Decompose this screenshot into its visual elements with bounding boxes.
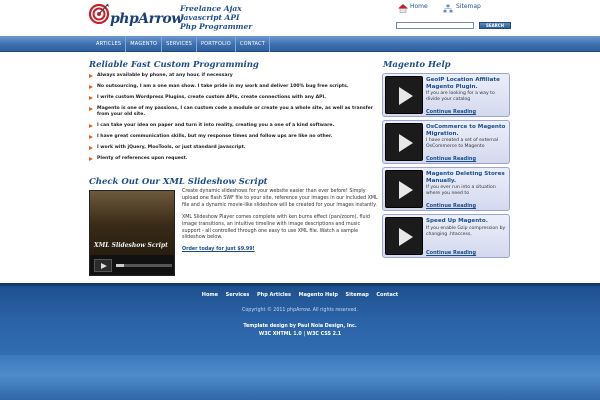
tagline-line: Freelance Ajax: [180, 4, 242, 13]
card-title[interactable]: OsCommerce to Magento Migration.: [426, 124, 510, 137]
list-item-text: I write custom Wordpress Plugins, create…: [97, 95, 326, 100]
continue-reading-link[interactable]: Continue Reading: [426, 109, 476, 115]
designer-link[interactable]: Paul Noia Design, Inc.: [298, 324, 357, 329]
arrow-icon: [89, 74, 93, 78]
design-credit-label: Template design by: [243, 324, 296, 329]
list-item-text: Magento is one of my passions, I can cus…: [97, 106, 373, 117]
arrow-icon: [89, 135, 93, 139]
video-play-icon[interactable]: [385, 76, 423, 114]
tagline: Freelance Ajax Javascript API Php Progra…: [180, 4, 252, 31]
description-paragraph: Create dynamic slideshows for your websi…: [182, 189, 378, 208]
list-item: Always available by phone, at any hour, …: [89, 73, 379, 79]
continue-reading-link[interactable]: Continue Reading: [426, 250, 476, 256]
nav-item-services[interactable]: SERVICES: [162, 36, 197, 52]
card-title[interactable]: GeoIP Location Affiliate Magento Plugin.: [426, 77, 510, 90]
slideshow-thumbnail[interactable]: XML Slideshow Script: [89, 190, 175, 276]
footer-link-sitemap[interactable]: Sitemap: [346, 292, 369, 298]
progress-fill: [116, 264, 124, 267]
card-text: If you are looking for a way to divide y…: [426, 91, 495, 102]
home-icon: [398, 4, 408, 13]
article-card: Speed Up Magento. If you enable Gzip com…: [382, 214, 510, 258]
article-card: GeoIP Location Affiliate Magento Plugin.…: [382, 73, 510, 117]
slideshow-description: Create dynamic slideshows for your websi…: [182, 189, 380, 259]
card-text: If you ever run into a situation where y…: [426, 185, 496, 196]
arrow-icon: [89, 146, 93, 150]
tagline-line: Php Programmer: [180, 22, 253, 31]
description-paragraph: XML Slideshow Player comes complete with…: [182, 214, 370, 241]
list-item-text: I have great communication skills, but m…: [97, 134, 333, 139]
footer-link-services[interactable]: Services: [226, 292, 250, 298]
card-title[interactable]: Speed Up Magento.: [426, 218, 510, 225]
player-controls: [90, 255, 174, 275]
target-logo-icon: [88, 3, 110, 24]
list-item-text: I can take your idea on paper and turn i…: [97, 123, 335, 128]
validation-links[interactable]: W3C XHTML 1.0 | W3C CSS 2.1: [0, 331, 600, 339]
list-item: No outsourcing, I am a one man show. I t…: [89, 84, 379, 90]
arrow-icon: [89, 157, 93, 161]
slideshow-heading: Check Out Our XML Slideshow Script: [89, 177, 268, 187]
list-item: Magento is one of my passions, I can cus…: [89, 106, 379, 118]
arrow-icon: [89, 124, 93, 128]
footer-divider: [0, 283, 600, 286]
card-text: I have created a set of external OsComme…: [426, 138, 499, 149]
thumbnail-title: XML Slideshow Script: [94, 242, 168, 249]
tagline-line: Javascript API: [180, 13, 240, 22]
home-link[interactable]: Home: [410, 3, 428, 10]
arrow-icon: [89, 107, 93, 111]
continue-reading-link[interactable]: Continue Reading: [426, 203, 476, 209]
footer-link-home[interactable]: Home: [202, 292, 218, 298]
video-play-icon[interactable]: [385, 217, 423, 255]
card-text: If you enable Gzip compression by changi…: [426, 226, 506, 237]
nav-item-articles[interactable]: ARTICLES: [92, 36, 127, 52]
footer-link-magento-help[interactable]: Magento Help: [299, 292, 338, 298]
continue-reading-link[interactable]: Continue Reading: [426, 156, 476, 162]
list-item-text: Plenty of references upon request.: [97, 156, 188, 161]
arrow-icon: [89, 96, 93, 100]
sidebar-title: Magento Help: [383, 60, 451, 70]
arrow-icon: [89, 85, 93, 89]
video-play-icon[interactable]: [385, 170, 423, 208]
list-item: I write custom Wordpress Plugins, create…: [89, 95, 379, 101]
copyright-text: Copyright © 2011 phpArrow. All rights re…: [241, 308, 359, 313]
search-input[interactable]: [396, 22, 474, 29]
list-item: Plenty of references upon request.: [89, 156, 379, 162]
nav-item-contact[interactable]: CONTACT: [236, 36, 271, 52]
site-footer: Home Services Php Articles Magento Help …: [0, 283, 600, 400]
nav-items: ARTICLES MAGENTO SERVICES PORTFOLIO CONT…: [92, 36, 271, 52]
progress-bar[interactable]: [116, 264, 172, 267]
main-nav: ARTICLES MAGENTO SERVICES PORTFOLIO CONT…: [0, 36, 600, 52]
search-button[interactable]: SEARCH: [479, 22, 511, 29]
footer-band: [0, 355, 600, 400]
footer-link-php-articles[interactable]: Php Articles: [257, 292, 291, 298]
nav-item-magento[interactable]: MAGENTO: [126, 36, 163, 52]
list-item-text: I work with jQuery, MooTools, or just st…: [97, 145, 246, 150]
card-title[interactable]: Magento Deleting Stores Manually.: [426, 171, 510, 184]
credits: Template design by Paul Noia Design, Inc…: [0, 323, 600, 338]
play-icon[interactable]: [94, 259, 112, 272]
site-logo[interactable]: phpArrow: [88, 2, 183, 34]
feature-list: Always available by phone, at any hour, …: [89, 73, 379, 167]
order-link[interactable]: Order today for just $9.99!: [182, 247, 255, 252]
list-item: I have great communication skills, but m…: [89, 134, 379, 140]
article-card: Magento Deleting Stores Manually. If you…: [382, 167, 510, 211]
list-item: I can take your idea on paper and turn i…: [89, 123, 379, 129]
article-card: OsCommerce to Magento Migration. I have …: [382, 120, 510, 164]
main-heading: Reliable Fast Custom Programming: [89, 60, 259, 70]
footer-link-contact[interactable]: Contact: [376, 292, 398, 298]
list-item-text: Always available by phone, at any hour, …: [97, 73, 233, 78]
list-item-text: No outsourcing, I am a one man show. I t…: [97, 84, 349, 89]
nav-item-portfolio[interactable]: PORTFOLIO: [197, 36, 236, 52]
footer-nav: Home Services Php Articles Magento Help …: [0, 292, 600, 298]
list-item: I work with jQuery, MooTools, or just st…: [89, 145, 379, 151]
logo-text: phpArrow: [110, 11, 183, 27]
sitemap-icon: [443, 4, 453, 13]
site-header: phpArrow Freelance Ajax Javascript API P…: [0, 0, 600, 36]
sitemap-link[interactable]: Sitemap: [456, 3, 481, 10]
video-play-icon[interactable]: [385, 123, 423, 161]
